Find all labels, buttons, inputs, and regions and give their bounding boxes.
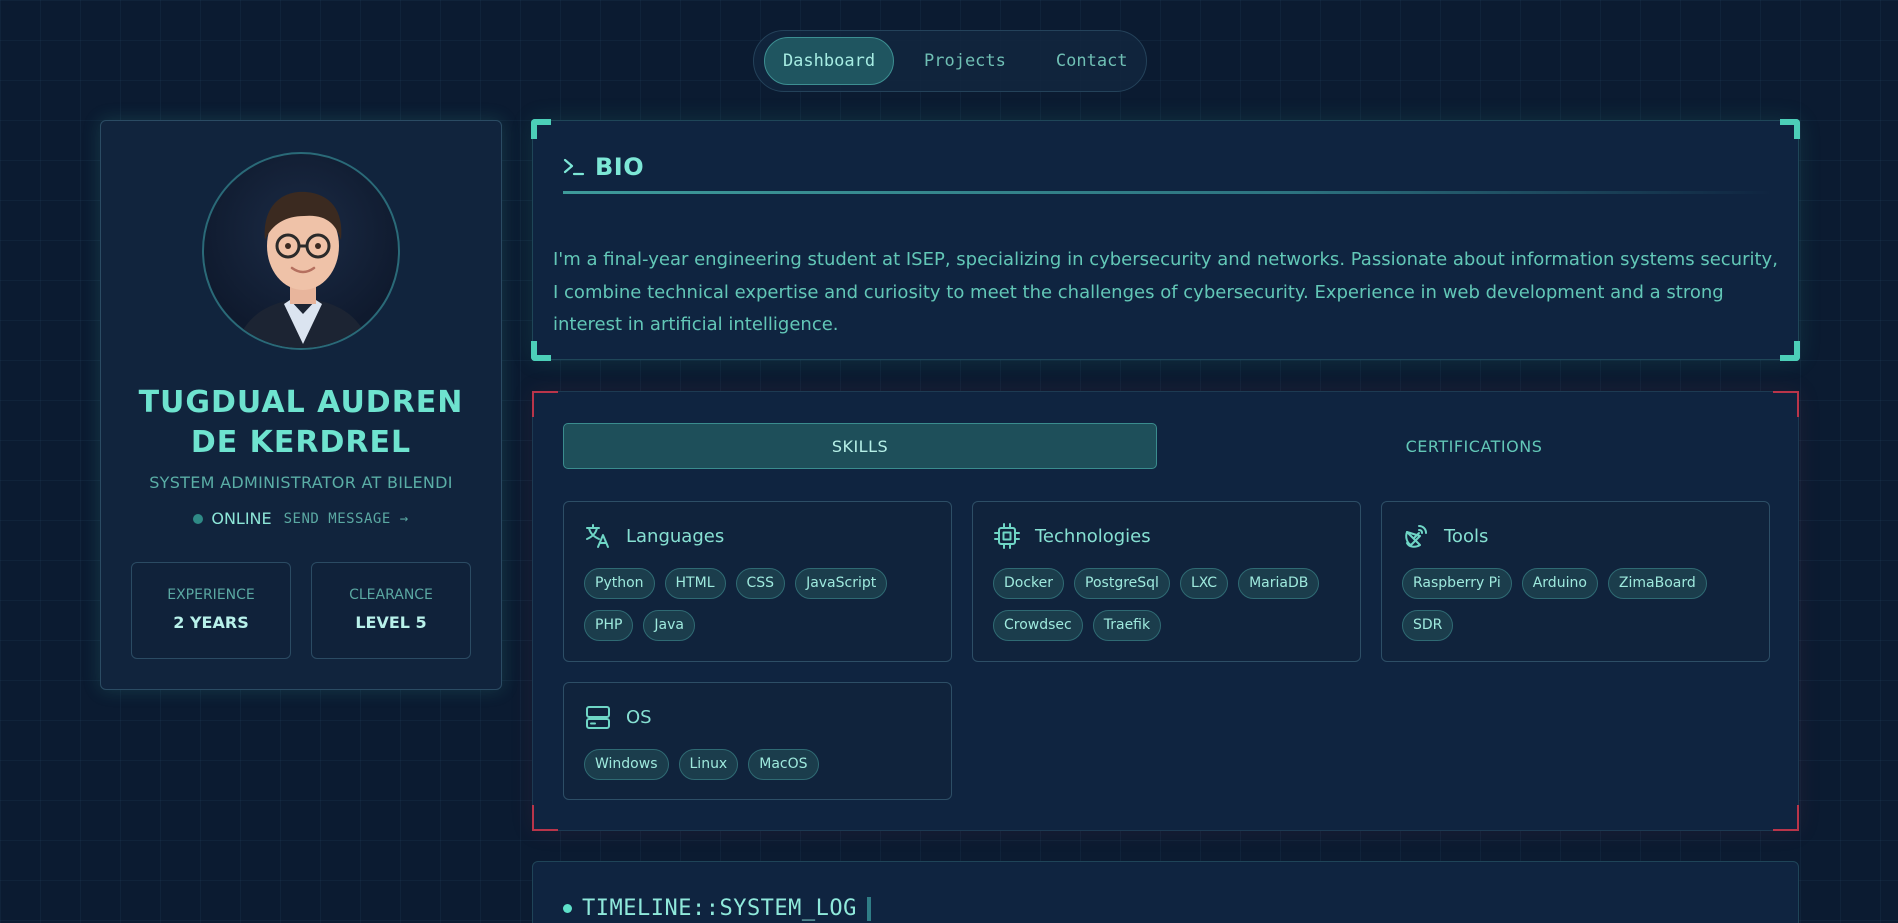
stat-experience: EXPERIENCE 2 YEARS bbox=[131, 562, 291, 659]
skill-tag[interactable]: PostgreSql bbox=[1074, 568, 1170, 599]
skill-tag[interactable]: SDR bbox=[1402, 610, 1454, 641]
timeline-panel: TIMELINE::SYSTEM_LOG bbox=[532, 861, 1799, 923]
translate-icon bbox=[586, 524, 609, 548]
skill-tag[interactable]: Linux bbox=[678, 749, 739, 780]
stat-value: 2 YEARS bbox=[173, 613, 249, 632]
top-nav: Dashboard Projects Contact bbox=[753, 30, 1147, 92]
corner-decoration bbox=[1780, 341, 1800, 361]
bio-header: BIO bbox=[563, 153, 644, 181]
tab-certifications[interactable]: CERTIFICATIONS bbox=[1177, 423, 1771, 469]
terminal-icon bbox=[563, 158, 585, 176]
corner-decoration bbox=[532, 805, 558, 831]
skill-tag[interactable]: Crowdsec bbox=[993, 610, 1083, 641]
card-title: Technologies bbox=[1035, 525, 1151, 547]
skill-tag[interactable]: Arduino bbox=[1521, 568, 1598, 599]
corner-decoration bbox=[1773, 391, 1799, 417]
skill-tag[interactable]: JavaScript bbox=[795, 568, 888, 599]
status-line: ONLINE SEND MESSAGE → bbox=[101, 509, 501, 528]
corner-decoration bbox=[1773, 805, 1799, 831]
skill-tag[interactable]: LXC bbox=[1179, 568, 1229, 599]
skill-card-technologies: Technologies Docker PostgreSql LXC Maria… bbox=[972, 501, 1361, 662]
corner-decoration bbox=[1780, 119, 1800, 139]
skill-card-languages: Languages Python HTML CSS JavaScript PHP… bbox=[563, 501, 952, 662]
skill-tag[interactable]: MariaDB bbox=[1238, 568, 1320, 599]
skill-card-os: OS Windows Linux MacOS bbox=[563, 682, 952, 800]
nav-dashboard[interactable]: Dashboard bbox=[764, 37, 894, 85]
tag-list: Docker PostgreSql LXC MariaDB Crowdsec T… bbox=[993, 568, 1343, 641]
skill-tag[interactable]: Traefik bbox=[1092, 610, 1162, 641]
card-title: Languages bbox=[626, 525, 725, 547]
card-title: Tools bbox=[1444, 525, 1489, 547]
skill-tag[interactable]: Java bbox=[643, 610, 695, 641]
status-dot-icon bbox=[193, 513, 204, 524]
timeline-title: TIMELINE::SYSTEM_LOG bbox=[582, 896, 857, 921]
timeline-header: TIMELINE::SYSTEM_LOG bbox=[563, 896, 871, 921]
stat-label: CLEARANCE bbox=[349, 587, 433, 603]
corner-decoration bbox=[531, 341, 551, 361]
skill-tag[interactable]: MacOS bbox=[748, 749, 819, 780]
timeline-dot-icon bbox=[563, 904, 572, 913]
server-icon bbox=[586, 706, 610, 729]
tag-list: Python HTML CSS JavaScript PHP Java bbox=[584, 568, 934, 641]
status-text: ONLINE bbox=[211, 509, 272, 528]
skill-tag[interactable]: ZimaBoard bbox=[1607, 568, 1707, 599]
skills-panel: SKILLS CERTIFICATIONS Languages Python H… bbox=[532, 391, 1799, 831]
card-title: OS bbox=[626, 706, 652, 728]
profile-card: TUGDUAL AUDREN DE KERDREL SYSTEM ADMINIS… bbox=[100, 120, 502, 690]
skill-tag[interactable]: Python bbox=[584, 568, 655, 599]
skill-tag[interactable]: Windows bbox=[584, 749, 669, 780]
cpu-icon bbox=[994, 523, 1020, 549]
profile-role: SYSTEM ADMINISTRATOR AT BILENDI bbox=[149, 473, 453, 492]
tag-list: Raspberry Pi Arduino ZimaBoard SDR bbox=[1402, 568, 1752, 641]
bio-text: I'm a final-year engineering student at … bbox=[553, 249, 1778, 335]
send-message-link[interactable]: SEND MESSAGE → bbox=[284, 511, 409, 527]
avatar-portrait bbox=[235, 191, 371, 348]
card-header: Languages bbox=[584, 522, 724, 550]
tab-skills[interactable]: SKILLS bbox=[563, 423, 1157, 469]
profile-name: TUGDUAL AUDREN DE KERDREL bbox=[138, 385, 464, 460]
nav-projects[interactable]: Projects bbox=[904, 37, 1026, 85]
tag-list: Windows Linux MacOS bbox=[584, 749, 934, 780]
stat-clearance: CLEARANCE LEVEL 5 bbox=[311, 562, 471, 659]
bio-panel: BIO I'm a final-year engineering student… bbox=[531, 119, 1800, 361]
card-header: Technologies bbox=[993, 522, 1151, 550]
skill-tag[interactable]: HTML bbox=[664, 568, 726, 599]
bio-divider bbox=[563, 191, 1773, 194]
stat-label: EXPERIENCE bbox=[167, 587, 255, 603]
satellite-dish-icon bbox=[1405, 525, 1427, 548]
avatar bbox=[202, 152, 400, 350]
corner-decoration bbox=[531, 119, 551, 139]
skill-tag[interactable]: CSS bbox=[735, 568, 786, 599]
skill-tag[interactable]: Raspberry Pi bbox=[1402, 568, 1512, 599]
nav-contact[interactable]: Contact bbox=[1036, 37, 1148, 85]
skill-tag[interactable]: PHP bbox=[584, 610, 634, 641]
skill-tag[interactable]: Docker bbox=[993, 568, 1065, 599]
corner-decoration bbox=[532, 391, 558, 417]
card-header: OS bbox=[584, 703, 652, 731]
text-cursor-icon bbox=[866, 896, 871, 921]
bio-title: BIO bbox=[595, 153, 645, 181]
stat-value: LEVEL 5 bbox=[355, 613, 427, 632]
card-header: Tools bbox=[1402, 522, 1488, 550]
skill-card-tools: Tools Raspberry Pi Arduino ZimaBoard SDR bbox=[1381, 501, 1770, 662]
